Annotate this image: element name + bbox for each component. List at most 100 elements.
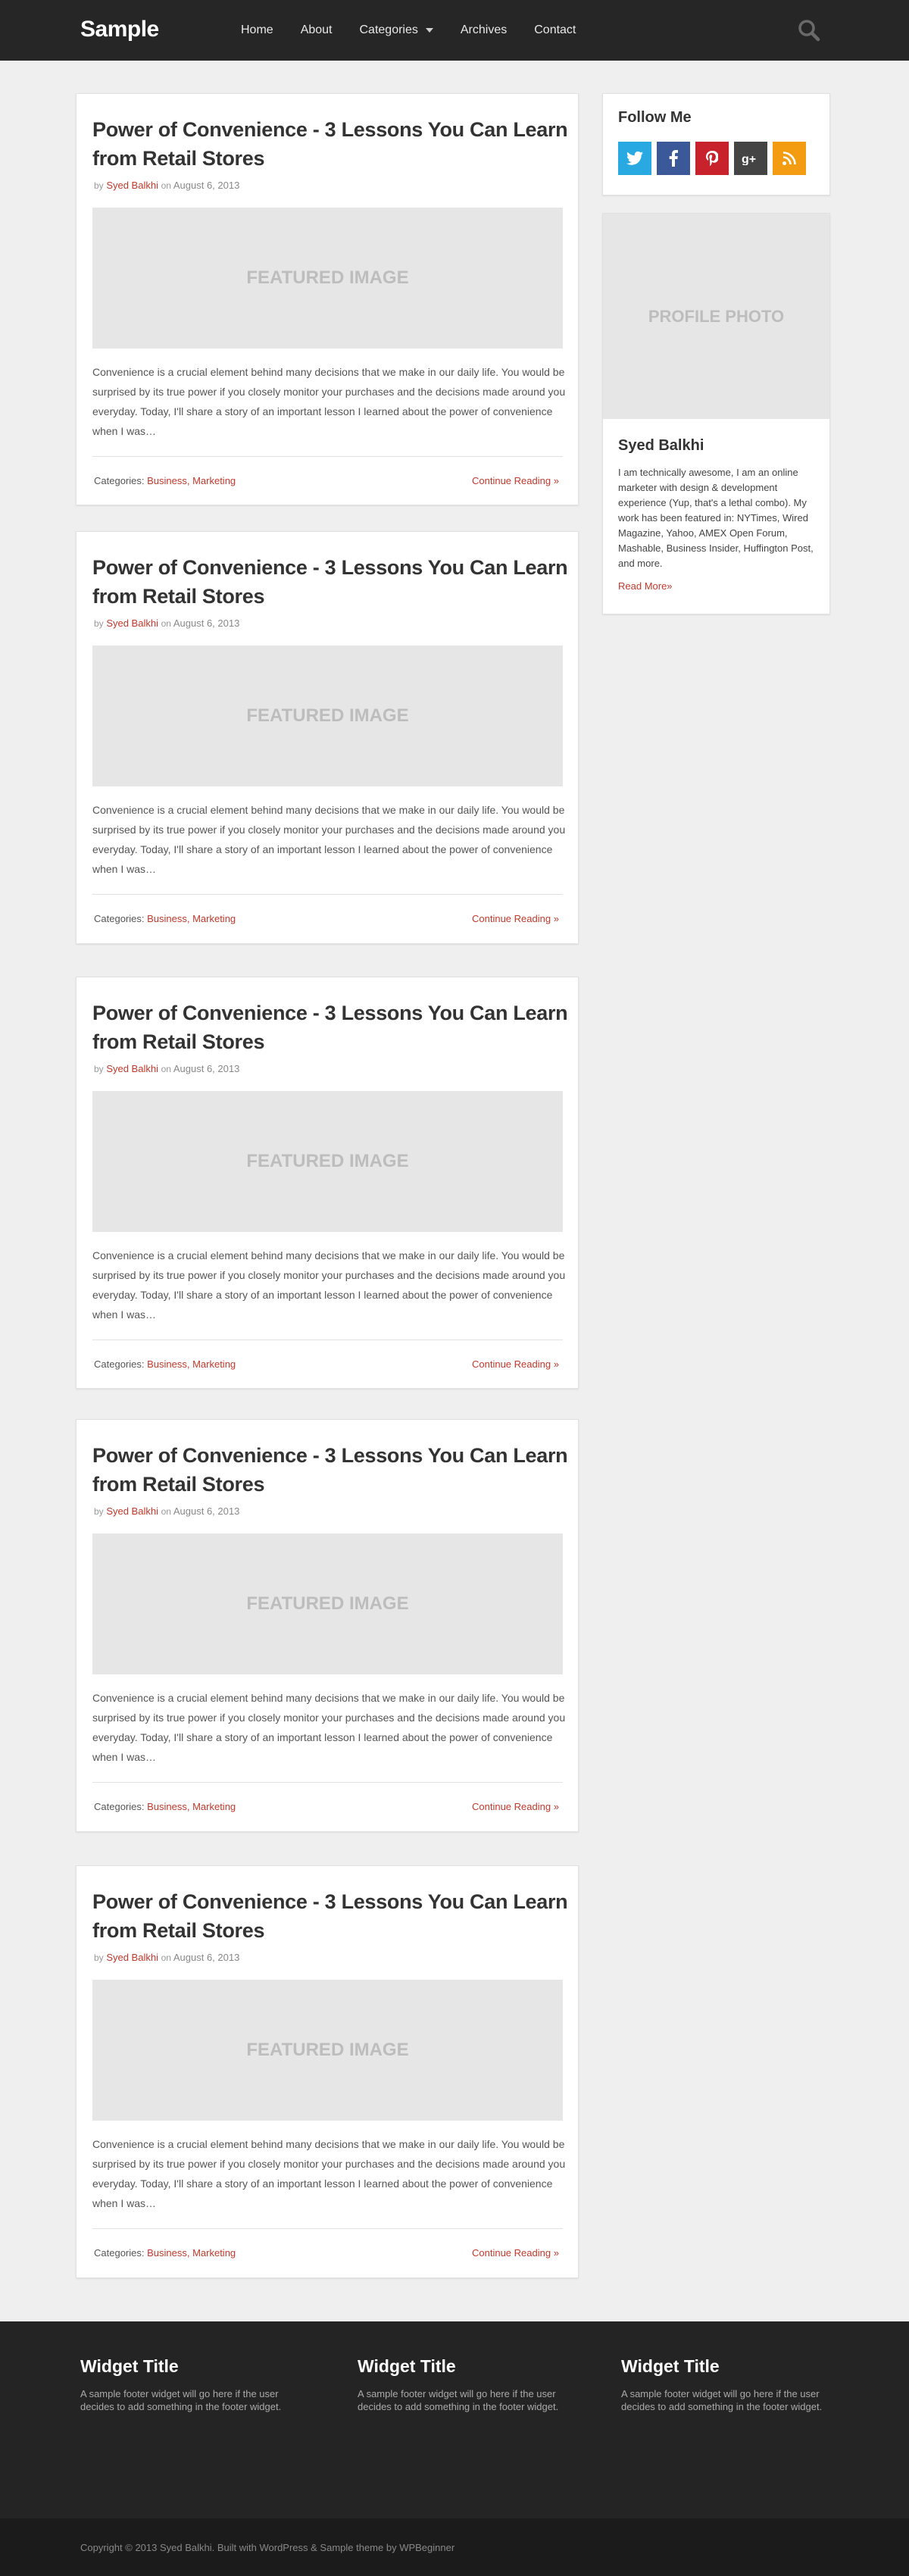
- site-logo[interactable]: Sample: [80, 17, 159, 42]
- twitter-icon[interactable]: [618, 142, 651, 175]
- nav-contact[interactable]: Contact: [520, 0, 589, 61]
- post-date: August 6, 2013: [173, 617, 240, 629]
- post-on-label: on: [161, 1064, 171, 1074]
- post-on-label: on: [161, 1506, 171, 1517]
- post-title[interactable]: Power of Convenience - 3 Lessons You Can…: [92, 1887, 570, 1945]
- profile-name: Syed Balkhi: [618, 437, 704, 454]
- post-excerpt: Convenience is a crucial element behind …: [92, 804, 566, 875]
- post-on-label: on: [161, 618, 171, 629]
- nav-about[interactable]: About: [287, 0, 346, 61]
- post-date: August 6, 2013: [173, 1505, 240, 1517]
- continue-reading-link[interactable]: Continue Reading »: [472, 1358, 559, 1370]
- categories-label: Categories:: [94, 2247, 145, 2259]
- post-title[interactable]: Power of Convenience - 3 Lessons You Can…: [92, 115, 570, 173]
- post-by-label: by: [94, 180, 104, 191]
- continue-reading-link[interactable]: Continue Reading »: [472, 475, 559, 486]
- follow-widget: Follow Me g+: [602, 93, 830, 195]
- post-divider: [92, 1782, 563, 1783]
- copyright-text: Copyright © 2013 Syed Balkhi. Built with…: [80, 2542, 455, 2553]
- post-by-label: by: [94, 1506, 104, 1517]
- post-date: August 6, 2013: [173, 1952, 240, 1963]
- post-categories: Categories: Business, Marketing: [94, 2247, 236, 2259]
- featured-image[interactable]: FEATURED IMAGE: [92, 646, 563, 786]
- site-footer: Widget Title A sample footer widget will…: [0, 2321, 909, 2518]
- post-card: Power of Convenience - 3 Lessons You Can…: [76, 93, 579, 505]
- nav-categories-label: Categories: [359, 23, 418, 36]
- footer-widget-title: Widget Title: [80, 2356, 179, 2376]
- copyright-bar: Copyright © 2013 Syed Balkhi. Built with…: [0, 2518, 909, 2576]
- rss-icon[interactable]: [773, 142, 806, 175]
- pinterest-icon[interactable]: [695, 142, 729, 175]
- post-title[interactable]: Power of Convenience - 3 Lessons You Can…: [92, 999, 570, 1056]
- category-links[interactable]: Business, Marketing: [147, 913, 236, 924]
- post-divider: [92, 2228, 563, 2229]
- post-excerpt: Convenience is a crucial element behind …: [92, 2138, 566, 2209]
- post-card: Power of Convenience - 3 Lessons You Can…: [76, 531, 579, 944]
- profile-photo: PROFILE PHOTO: [603, 214, 829, 419]
- svg-text:g+: g+: [742, 153, 756, 165]
- post-meta: by Syed Balkhi on August 6, 2013: [94, 617, 239, 629]
- nav-home[interactable]: Home: [227, 0, 287, 61]
- featured-image[interactable]: FEATURED IMAGE: [92, 1533, 563, 1674]
- post-author-link[interactable]: Syed Balkhi: [106, 1063, 158, 1074]
- main-nav: Home About Categories Archives Contact: [227, 0, 589, 61]
- post-categories: Categories: Business, Marketing: [94, 1358, 236, 1370]
- post-excerpt: Convenience is a crucial element behind …: [92, 366, 566, 437]
- footer-widget-title: Widget Title: [621, 2356, 720, 2376]
- profile-bio: I am technically awesome, I am an online…: [618, 467, 814, 569]
- post-author-link[interactable]: Syed Balkhi: [106, 617, 158, 629]
- footer-widget-title: Widget Title: [358, 2356, 456, 2376]
- footer-widget-text: A sample footer widget will go here if t…: [358, 2388, 559, 2412]
- post-meta: by Syed Balkhi on August 6, 2013: [94, 180, 239, 191]
- featured-image[interactable]: FEATURED IMAGE: [92, 208, 563, 349]
- categories-label: Categories:: [94, 1358, 145, 1370]
- post-by-label: by: [94, 1064, 104, 1074]
- read-more-link[interactable]: Read More»: [618, 580, 673, 592]
- post-author-link[interactable]: Syed Balkhi: [106, 180, 158, 191]
- post-card: Power of Convenience - 3 Lessons You Can…: [76, 977, 579, 1389]
- post-card: Power of Convenience - 3 Lessons You Can…: [76, 1419, 579, 1832]
- footer-widget-text: A sample footer widget will go here if t…: [80, 2388, 282, 2412]
- post-categories: Categories: Business, Marketing: [94, 1801, 236, 1812]
- post-date: August 6, 2013: [173, 1063, 240, 1074]
- post-date: August 6, 2013: [173, 180, 240, 191]
- continue-reading-link[interactable]: Continue Reading »: [472, 2247, 559, 2259]
- post-on-label: on: [161, 180, 171, 191]
- social-icons: g+: [618, 142, 806, 175]
- category-links[interactable]: Business, Marketing: [147, 475, 236, 486]
- footer-widget: Widget Title A sample footer widget will…: [80, 2356, 292, 2413]
- profile-widget: PROFILE PHOTO Syed Balkhi I am technical…: [602, 213, 830, 614]
- post-author-link[interactable]: Syed Balkhi: [106, 1505, 158, 1517]
- search-icon[interactable]: [797, 18, 821, 42]
- featured-image[interactable]: FEATURED IMAGE: [92, 1980, 563, 2121]
- follow-title: Follow Me: [618, 109, 692, 126]
- post-by-label: by: [94, 1952, 104, 1963]
- post-title[interactable]: Power of Convenience - 3 Lessons You Can…: [92, 553, 570, 611]
- site-header: Sample Home About Categories Archives Co…: [0, 0, 909, 61]
- footer-widget-text: A sample footer widget will go here if t…: [621, 2388, 823, 2412]
- post-meta: by Syed Balkhi on August 6, 2013: [94, 1063, 239, 1074]
- nav-categories[interactable]: Categories: [346, 0, 447, 61]
- footer-widget: Widget Title A sample footer widget will…: [358, 2356, 570, 2413]
- facebook-icon[interactable]: [657, 142, 690, 175]
- featured-image[interactable]: FEATURED IMAGE: [92, 1091, 563, 1232]
- categories-label: Categories:: [94, 913, 145, 924]
- post-author-link[interactable]: Syed Balkhi: [106, 1952, 158, 1963]
- post-meta: by Syed Balkhi on August 6, 2013: [94, 1952, 239, 1963]
- categories-label: Categories:: [94, 1801, 145, 1812]
- post-excerpt: Convenience is a crucial element behind …: [92, 1249, 566, 1321]
- post-categories: Categories: Business, Marketing: [94, 475, 236, 486]
- continue-reading-link[interactable]: Continue Reading »: [472, 1801, 559, 1812]
- post-excerpt: Convenience is a crucial element behind …: [92, 1692, 566, 1763]
- post-divider: [92, 894, 563, 895]
- category-links[interactable]: Business, Marketing: [147, 1801, 236, 1812]
- google-plus-icon[interactable]: g+: [734, 142, 767, 175]
- post-card: Power of Convenience - 3 Lessons You Can…: [76, 1865, 579, 2278]
- chevron-down-icon: [425, 27, 433, 33]
- footer-widget: Widget Title A sample footer widget will…: [621, 2356, 833, 2413]
- nav-archives[interactable]: Archives: [447, 0, 520, 61]
- post-title[interactable]: Power of Convenience - 3 Lessons You Can…: [92, 1441, 570, 1499]
- category-links[interactable]: Business, Marketing: [147, 1358, 236, 1370]
- continue-reading-link[interactable]: Continue Reading »: [472, 913, 559, 924]
- category-links[interactable]: Business, Marketing: [147, 2247, 236, 2259]
